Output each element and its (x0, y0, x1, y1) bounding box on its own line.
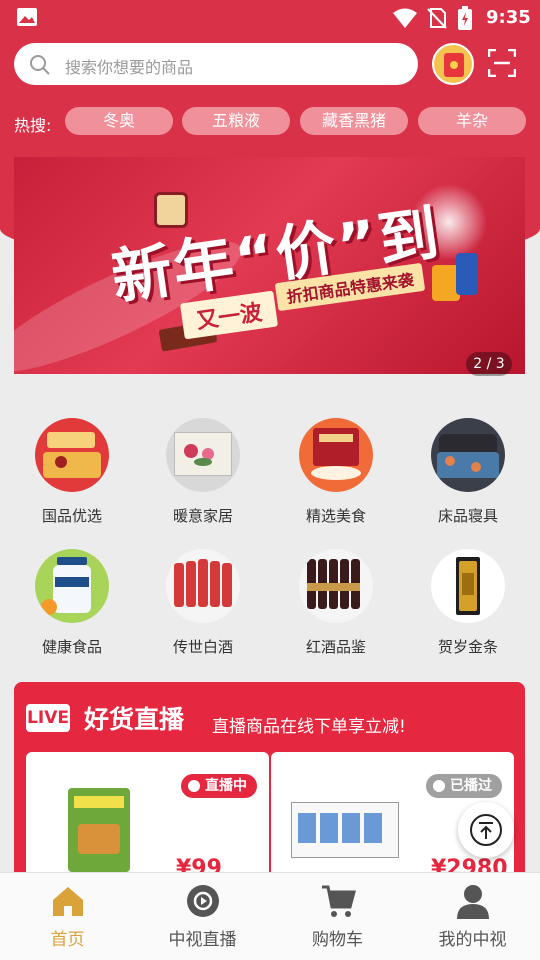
liquor-bottles-icon (166, 549, 240, 623)
red-envelope-avatar[interactable] (432, 43, 474, 85)
live-play-icon (186, 885, 219, 917)
food-box-icon (299, 418, 373, 492)
nav-label: 中视直播 (168, 930, 237, 950)
banner-page-indicator: 2 / 3 (466, 352, 512, 376)
nav-home[interactable]: 首页 (0, 873, 135, 960)
category-liquor[interactable]: 传世白酒 (153, 549, 253, 657)
arrow-up-icon (470, 814, 502, 846)
user-icon (456, 885, 489, 919)
gift-image (456, 253, 478, 295)
scan-icon[interactable] (488, 49, 516, 77)
category-gold[interactable]: 贺岁金条 (418, 549, 518, 657)
live-title: 好货直播 (84, 705, 185, 734)
category-label: 国品优选 (41, 507, 102, 525)
category-guopin[interactable]: 国品优选 (22, 418, 122, 526)
wine-bottles-icon (299, 549, 373, 623)
gallery-icon (17, 8, 37, 26)
promo-banner[interactable]: 新年“价”到 折扣商品特惠来袭 又一波 (14, 157, 525, 374)
live-subtitle: 直播商品在线下单享立减! (212, 717, 406, 737)
battery-icon (458, 6, 472, 30)
category-food[interactable]: 精选美食 (286, 418, 386, 526)
home-icon (52, 887, 83, 916)
category-label: 暖意家居 (172, 507, 233, 525)
peony-painting-icon (166, 418, 240, 492)
product-image (68, 788, 130, 872)
gold-bar-icon (431, 549, 505, 623)
live-section: LIVE 好货直播 直播商品在线下单享立减! 直播中 ¥99 已播过 ¥2980 (14, 682, 525, 882)
cart-icon (321, 885, 356, 917)
bottom-navigation: 首页 中视直播 购物车 我的中视 (0, 872, 540, 960)
clock: 9:35 (486, 7, 531, 28)
nav-label: 购物车 (312, 930, 363, 950)
category-label: 床品寝具 (437, 507, 498, 525)
gift-box-icon (35, 418, 109, 492)
category-label: 贺岁金条 (437, 638, 498, 656)
back-to-top-button[interactable] (458, 802, 514, 858)
no-sim-icon (427, 8, 447, 29)
wifi-icon (393, 8, 417, 28)
health-food-icon (35, 549, 109, 623)
hot-tag[interactable]: 五粮液 (182, 107, 290, 135)
nav-label: 首页 (50, 930, 85, 950)
replay-status-badge: 已播过 (426, 774, 502, 798)
category-health[interactable]: 健康食品 (22, 549, 122, 657)
category-wine[interactable]: 红酒品鉴 (286, 549, 386, 657)
category-label: 健康食品 (41, 638, 102, 656)
bedding-icon (431, 418, 505, 492)
category-bedding[interactable]: 床品寝具 (418, 418, 518, 526)
search-placeholder: 搜索你想要的商品 (65, 58, 194, 77)
nav-profile[interactable]: 我的中视 (405, 873, 540, 960)
category-label: 传世白酒 (172, 638, 233, 656)
nav-live[interactable]: 中视直播 (135, 873, 270, 960)
product-image (291, 802, 399, 858)
nav-label: 我的中视 (438, 930, 507, 950)
category-label: 红酒品鉴 (305, 638, 366, 656)
search-input[interactable]: 搜索你想要的商品 (14, 43, 418, 85)
nav-cart[interactable]: 购物车 (270, 873, 405, 960)
hot-tag[interactable]: 冬奥 (65, 107, 173, 135)
live-status-badge: 直播中 (181, 774, 257, 798)
category-label: 精选美食 (305, 507, 366, 525)
live-badge: LIVE (26, 704, 70, 732)
status-bar: 9:35 (0, 0, 540, 36)
search-icon (30, 55, 50, 75)
hot-tag[interactable]: 藏香黑猪 (300, 107, 408, 135)
hot-search-label: 热搜: (14, 116, 52, 135)
hot-tag[interactable]: 羊杂 (418, 107, 526, 135)
red-envelope-icon (444, 53, 464, 77)
category-home[interactable]: 暖意家居 (153, 418, 253, 526)
live-product-card[interactable]: 直播中 ¥99 (26, 752, 269, 882)
